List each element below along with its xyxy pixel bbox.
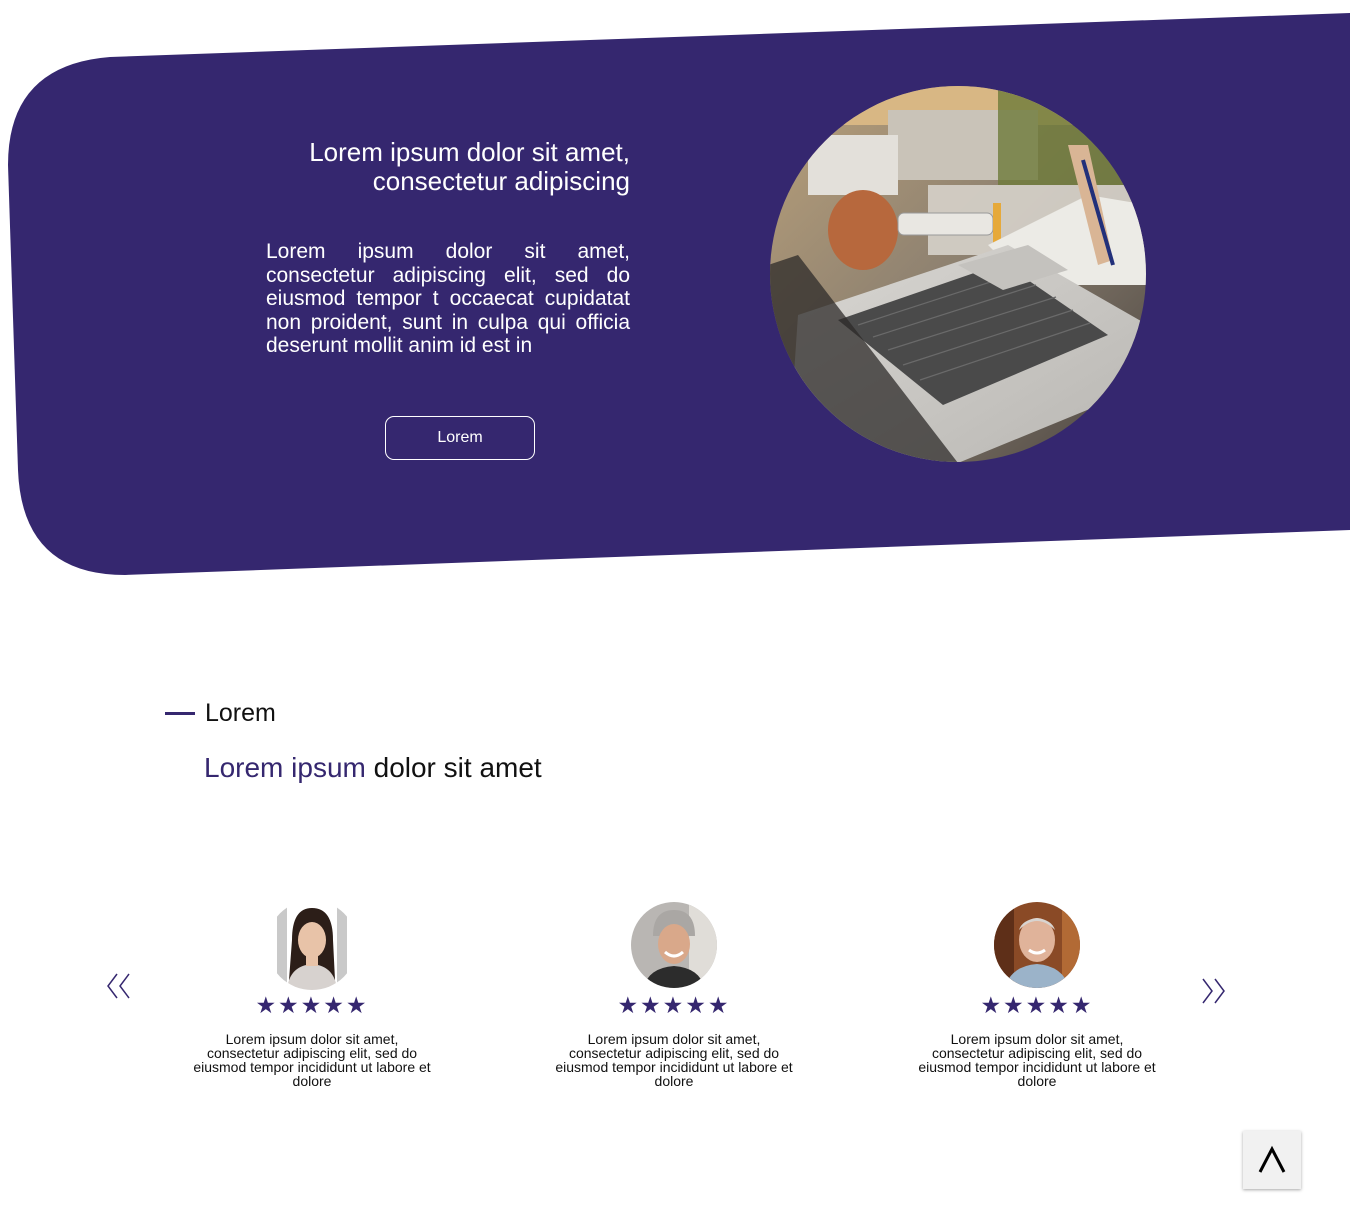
hero-title-line-1: Lorem ipsum dolor sit amet, [309,137,630,167]
double-chevron-left-icon[interactable] [100,966,140,1006]
review-text: Lorem ipsum dolor sit amet, consectetur … [193,1031,431,1089]
hero-cta-button[interactable]: Lorem [385,416,535,460]
hero-title-line-2: consectetur adipiscing [372,166,630,196]
man-bald-avatar [994,902,1080,988]
man-gray-hair-avatar [631,902,717,988]
testimonial-card-1: ★★★★★ Lorem ipsum dolor sit amet, consec… [192,900,432,1088]
hero-laptop-image [770,86,1146,462]
hero-description: Lorem ipsum dolor sit amet, consectetur … [266,240,630,357]
section-kicker: Lorem [165,698,276,728]
section-heading-rest: dolor sit amet [365,752,542,783]
testimonial-card-3: ★★★★★ Lorem ipsum dolor sit amet, consec… [917,900,1157,1088]
double-chevron-right-icon[interactable] [1194,971,1234,1011]
rating-stars: ★★★★★ [255,993,369,1019]
woman-avatar [267,900,357,990]
rating-stars: ★★★★★ [617,993,731,1019]
kicker-dash [165,711,195,715]
section-heading-accent: Lorem ipsum [204,752,366,783]
testimonial-card-2: ★★★★★ Lorem ipsum dolor sit amet, consec… [554,900,794,1088]
caret-up-icon [1258,1145,1286,1173]
review-text: Lorem ipsum dolor sit amet, consectetur … [918,1031,1156,1089]
rating-stars: ★★★★★ [980,993,1094,1019]
hero-title: Lorem ipsum dolor sit amet, consectetur … [220,138,630,196]
kicker-label: Lorem [205,698,276,727]
section-heading: Lorem ipsum dolor sit amet [204,752,542,784]
scroll-to-top-button[interactable] [1243,1131,1301,1189]
review-text: Lorem ipsum dolor sit amet, consectetur … [555,1031,793,1089]
